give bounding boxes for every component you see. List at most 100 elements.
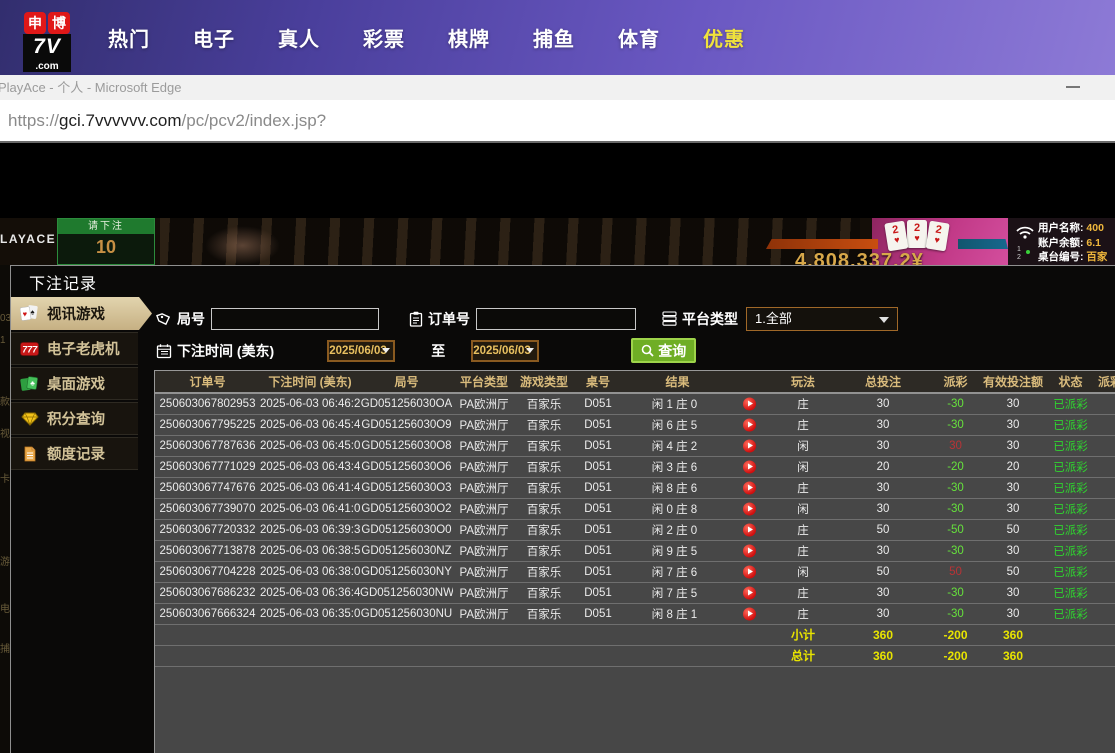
valid-bet: 30: [983, 435, 1043, 456]
valid-bet: 30: [983, 582, 1043, 603]
result-text: 闲 2 庄 0: [623, 522, 726, 538]
table-row: 2506030677476762025-06-03 06:41:46GD0512…: [155, 477, 1115, 498]
result-text: 闲 9 庄 5: [623, 543, 726, 559]
order-no: 250603067787636: [155, 435, 260, 456]
nav-item-live[interactable]: 真人: [278, 23, 320, 52]
replay-play-icon[interactable]: [743, 397, 756, 410]
col-header-bet-time: 下注时间 (美东): [260, 371, 360, 393]
valid-bet: 30: [983, 414, 1043, 435]
date-to-select[interactable]: 2025/06/03: [471, 340, 539, 362]
nav-item-lottery[interactable]: 彩票: [363, 23, 405, 52]
replay-play-icon[interactable]: [743, 502, 756, 515]
browser-address-bar[interactable]: https://gci.7vvvvvv.com/pc/pcv2/index.js…: [0, 100, 1115, 143]
result-text: 闲 0 庄 8: [623, 501, 726, 517]
bet-time: 2025-06-03 06:41:02: [260, 498, 360, 519]
replay-play-icon[interactable]: [743, 565, 756, 578]
bet-time: 2025-06-03 06:39:30: [260, 519, 360, 540]
query-button-label: 查询: [658, 341, 686, 361]
sidebar-item-credit-records[interactable]: 额度记录: [11, 437, 138, 470]
subtotal-payout: -200: [928, 624, 983, 645]
bet-records-table-wrap: 订单号 下注时间 (美东) 局号 平台类型 游戏类型 桌号 结果 玩法 总投注 …: [154, 370, 1115, 753]
logo-badges: 申 博: [24, 12, 70, 34]
table-no: D051: [573, 393, 623, 414]
play-method: 庄: [768, 477, 838, 498]
panel-title-row: 下注记录: [11, 266, 1115, 297]
replay-play-icon[interactable]: [743, 439, 756, 452]
payout: -50: [928, 519, 983, 540]
order-no: 250603067795225: [155, 414, 260, 435]
order-no: 250603067771029: [155, 456, 260, 477]
replay-play-icon[interactable]: [743, 586, 756, 599]
table-row: 2506030678029532025-06-03 06:46:27GD0512…: [155, 393, 1115, 414]
platform-type-select[interactable]: 1.全部: [746, 307, 898, 331]
status: 已派彩: [1043, 435, 1098, 456]
payout-time: [1098, 561, 1115, 582]
platform-type: PA欧洲厅: [453, 582, 515, 603]
replay-play-icon[interactable]: [743, 523, 756, 536]
user-balance-row: 账户余额: 6.1: [1038, 236, 1115, 251]
date-from-select[interactable]: 2025/06/03: [327, 340, 395, 362]
play-method: 庄: [768, 519, 838, 540]
payout-time: [1098, 435, 1115, 456]
empty-cell: [260, 645, 360, 666]
nav-item-promo[interactable]: 优惠: [703, 23, 745, 52]
platform-type: PA欧洲厅: [453, 456, 515, 477]
nav-item-fishing[interactable]: 捕鱼: [533, 23, 575, 52]
tag-icon: [156, 311, 172, 327]
round-no-input[interactable]: [211, 308, 379, 330]
empty-cell: [1098, 624, 1115, 645]
sidebar-item-live-games[interactable]: ♠♥ 视讯游戏: [11, 297, 152, 330]
video-orange-bar: [766, 239, 878, 249]
site-logo[interactable]: 申 博 7V .com: [21, 12, 73, 76]
table-no: D051: [573, 603, 623, 624]
game-type: 百家乐: [515, 435, 573, 456]
result-text: 闲 1 庄 0: [623, 396, 726, 412]
valid-bet: 30: [983, 498, 1043, 519]
page-black-area: [0, 143, 1115, 218]
order-no-input[interactable]: [476, 308, 636, 330]
chevron-down-icon: [879, 317, 889, 323]
platform-type-label: 平台类型: [682, 309, 738, 329]
bg-fragment: 款: [0, 393, 10, 408]
url-domain: gci.7vvvvvv.com: [59, 111, 182, 130]
result: 闲 9 庄 5: [623, 540, 768, 561]
total-row: 总计360-200360: [155, 645, 1115, 666]
replay-play-icon[interactable]: [743, 607, 756, 620]
date-from-value: 2025/06/03: [329, 345, 387, 357]
replay-play-icon[interactable]: [743, 481, 756, 494]
payout-time: [1098, 582, 1115, 603]
replay-play-icon[interactable]: [743, 418, 756, 431]
card-2-hearts: 2♥: [884, 221, 908, 252]
empty-cell: [453, 645, 515, 666]
date-to-label: 至: [431, 341, 445, 361]
empty-cell: [515, 624, 573, 645]
logo-badge-shen: 申: [24, 12, 46, 34]
subtotal-row: 小计360-200360: [155, 624, 1115, 645]
play-method: 庄: [768, 414, 838, 435]
sidebar-item-slot-machines[interactable]: 777 电子老虎机: [11, 332, 138, 365]
table-row: 2506030677876362025-06-03 06:45:04GD0512…: [155, 435, 1115, 456]
total-bet: 30: [838, 477, 928, 498]
replay-play-icon[interactable]: [743, 544, 756, 557]
query-button[interactable]: 查询: [631, 338, 696, 363]
nav-item-cards[interactable]: 棋牌: [448, 23, 490, 52]
nav-item-sports[interactable]: 体育: [618, 23, 660, 52]
bg-fragment: 捕: [0, 640, 10, 655]
table-no: D051: [573, 582, 623, 603]
table-games-icon: ♣: [20, 376, 39, 392]
minimize-icon[interactable]: [1066, 86, 1080, 88]
dealt-cards: 2♥ 2♥ 2♥: [886, 220, 948, 248]
sidebar-item-table-games[interactable]: ♣ 桌面游戏: [11, 367, 138, 400]
playace-watermark: LAYACE: [0, 232, 56, 246]
game-type: 百家乐: [515, 603, 573, 624]
replay-play-icon[interactable]: [743, 460, 756, 473]
table-no: D051: [573, 540, 623, 561]
sidebar-item-points-query[interactable]: 积分查询: [11, 402, 138, 435]
round-no: GD051256030O6: [360, 456, 453, 477]
total-total-bet: 360: [838, 645, 928, 666]
nav-item-hot[interactable]: 热门: [108, 23, 150, 52]
diamond-icon: [20, 412, 39, 426]
nav-item-slots[interactable]: 电子: [193, 23, 235, 52]
result-text: 闲 8 庄 1: [623, 606, 726, 622]
order-no: 250603067739070: [155, 498, 260, 519]
